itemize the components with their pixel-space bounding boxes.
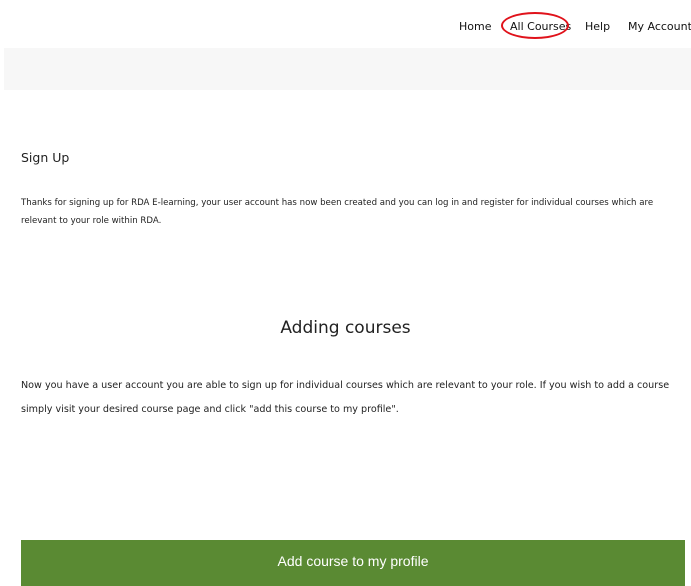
page: Home All Courses Help My Account Sign Up… — [0, 0, 691, 586]
top-navigation: Home All Courses Help My Account — [0, 0, 691, 48]
header-band — [4, 48, 691, 90]
nav-home-link[interactable]: Home — [459, 20, 491, 33]
signup-message: Thanks for signing up for RDA E-learning… — [21, 198, 654, 226]
add-course-to-profile-button[interactable]: Add course to my profile — [21, 540, 685, 586]
nav-help-link[interactable]: Help — [585, 20, 610, 33]
adding-courses-text: Now you have a user account you are able… — [21, 380, 670, 415]
nav-my-account-link[interactable]: My Account — [628, 20, 691, 33]
highlight-circle-annotation — [501, 12, 569, 39]
signup-heading: Sign Up — [21, 150, 70, 165]
adding-courses-heading: Adding courses — [280, 318, 411, 338]
